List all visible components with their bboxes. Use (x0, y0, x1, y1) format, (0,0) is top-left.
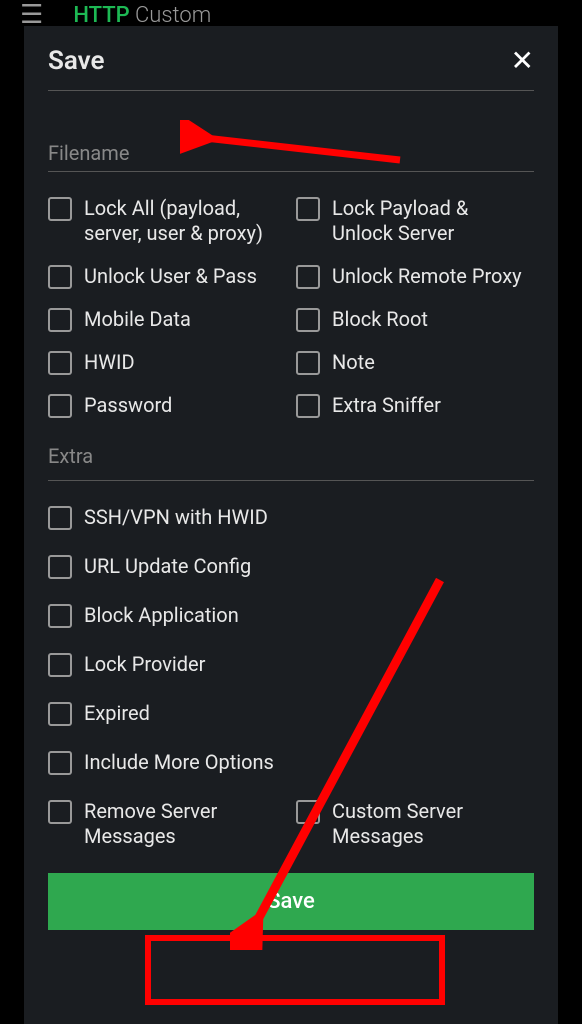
option-unlock-remote-proxy[interactable]: Unlock Remote Proxy (296, 264, 534, 289)
option-block-root[interactable]: Block Root (296, 307, 534, 332)
option-block-application[interactable]: Block Application (48, 603, 534, 628)
checkbox-icon[interactable] (296, 800, 320, 824)
checkbox-icon[interactable] (48, 197, 72, 221)
checkbox-icon[interactable] (296, 265, 320, 289)
option-ssh-vpn-hwid[interactable]: SSH/VPN with HWID (48, 505, 534, 530)
checkbox-icon[interactable] (296, 308, 320, 332)
option-lock-provider[interactable]: Lock Provider (48, 652, 534, 677)
option-extra-sniffer[interactable]: Extra Sniffer (296, 393, 534, 418)
checkbox-icon[interactable] (48, 394, 72, 418)
option-expired[interactable]: Expired (48, 701, 534, 726)
checkbox-icon[interactable] (48, 506, 72, 530)
extra-section-title: Extra (48, 444, 534, 481)
option-url-update-config[interactable]: URL Update Config (48, 554, 534, 579)
checkbox-icon[interactable] (48, 751, 72, 775)
option-remove-server-messages[interactable]: Remove Server Messages (48, 799, 286, 849)
checkbox-icon[interactable] (296, 394, 320, 418)
checkbox-icon[interactable] (48, 265, 72, 289)
option-lock-payload-unlock-server[interactable]: Lock Payload & Unlock Server (296, 196, 534, 246)
save-dialog: Save ✕ Filename Lock All (payload, serve… (24, 26, 558, 1024)
option-mobile-data[interactable]: Mobile Data (48, 307, 286, 332)
checkbox-icon[interactable] (296, 351, 320, 375)
checkbox-icon[interactable] (48, 604, 72, 628)
checkbox-icon[interactable] (48, 800, 72, 824)
checkbox-icon[interactable] (48, 653, 72, 677)
extra-options: SSH/VPN with HWID URL Update Config Bloc… (48, 505, 534, 849)
checkbox-icon[interactable] (48, 351, 72, 375)
save-button[interactable]: Save (48, 873, 534, 930)
filename-input[interactable] (48, 171, 534, 172)
main-options: Lock All (payload, server, user & proxy)… (48, 196, 534, 418)
close-icon[interactable]: ✕ (511, 47, 534, 75)
option-custom-server-messages[interactable]: Custom Server Messages (296, 799, 534, 849)
dialog-title: Save (48, 46, 105, 76)
checkbox-icon[interactable] (48, 308, 72, 332)
app-title: HTTP Custom (73, 3, 211, 28)
checkbox-icon[interactable] (48, 702, 72, 726)
checkbox-icon[interactable] (48, 555, 72, 579)
option-hwid[interactable]: HWID (48, 350, 286, 375)
option-lock-all[interactable]: Lock All (payload, server, user & proxy) (48, 196, 286, 246)
option-unlock-user-pass[interactable]: Unlock User & Pass (48, 264, 286, 289)
checkbox-icon[interactable] (296, 197, 320, 221)
option-password[interactable]: Password (48, 393, 286, 418)
option-note[interactable]: Note (296, 350, 534, 375)
filename-label: Filename (48, 141, 534, 165)
option-include-more-options[interactable]: Include More Options (48, 750, 534, 775)
